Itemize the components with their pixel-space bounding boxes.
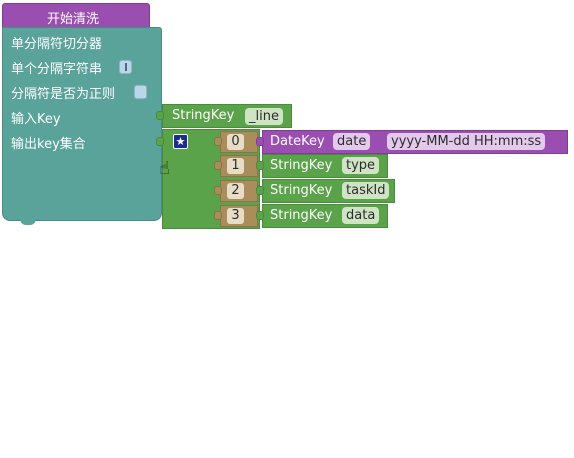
stringkey-connector-data [256,211,264,220]
stringkey-connector-taskid [256,186,264,195]
label-separator-string: 单个分隔字符串 [11,62,103,77]
stringkey-value-taskid[interactable]: taskId [342,182,390,199]
stringkey-label-data: StringKey [270,208,333,223]
regex-checkbox[interactable] [134,85,147,99]
datekey-connector [256,137,264,146]
label-splitter: 单分隔符切分器 [11,37,103,52]
input-key-type: StringKey [172,108,235,123]
separator-input[interactable] [119,60,132,74]
index-connector-0 [214,137,222,146]
index-2[interactable]: 2 [227,183,244,199]
star-settings-icon[interactable]: ★ [173,134,188,149]
index-connector-2 [214,186,222,195]
index-connector-1 [214,161,222,170]
label-is-regex: 分隔符是否为正则 [11,87,116,102]
block-notch [20,219,36,225]
stringkey-value-type[interactable]: type [342,157,380,174]
hand-cursor-icon: ☝ [159,158,170,179]
stringkey-connector-type [256,161,264,170]
index-connector-3 [214,211,222,220]
stringkey-label-taskid: StringKey [270,183,333,198]
label-input-key: 输入Key [11,112,61,127]
index-1[interactable]: 1 [227,158,244,174]
datekey-type: DateKey [270,134,325,149]
index-3[interactable]: 3 [227,208,244,224]
datekey-format[interactable]: yyyy-MM-dd HH:mm:ss [387,133,546,150]
label-output-keys: 输出key集合 [11,137,86,152]
datekey-value[interactable]: date [333,133,371,150]
input-connector [156,111,164,120]
header-title: 开始清洗 [47,12,100,27]
header-block[interactable]: 开始清洗 [2,3,150,28]
stringkey-label-type: StringKey [270,158,333,173]
output-connector [156,137,164,146]
index-0[interactable]: 0 [227,134,244,150]
input-key-value[interactable]: _line [245,108,283,125]
stringkey-value-data[interactable]: data [342,207,380,224]
